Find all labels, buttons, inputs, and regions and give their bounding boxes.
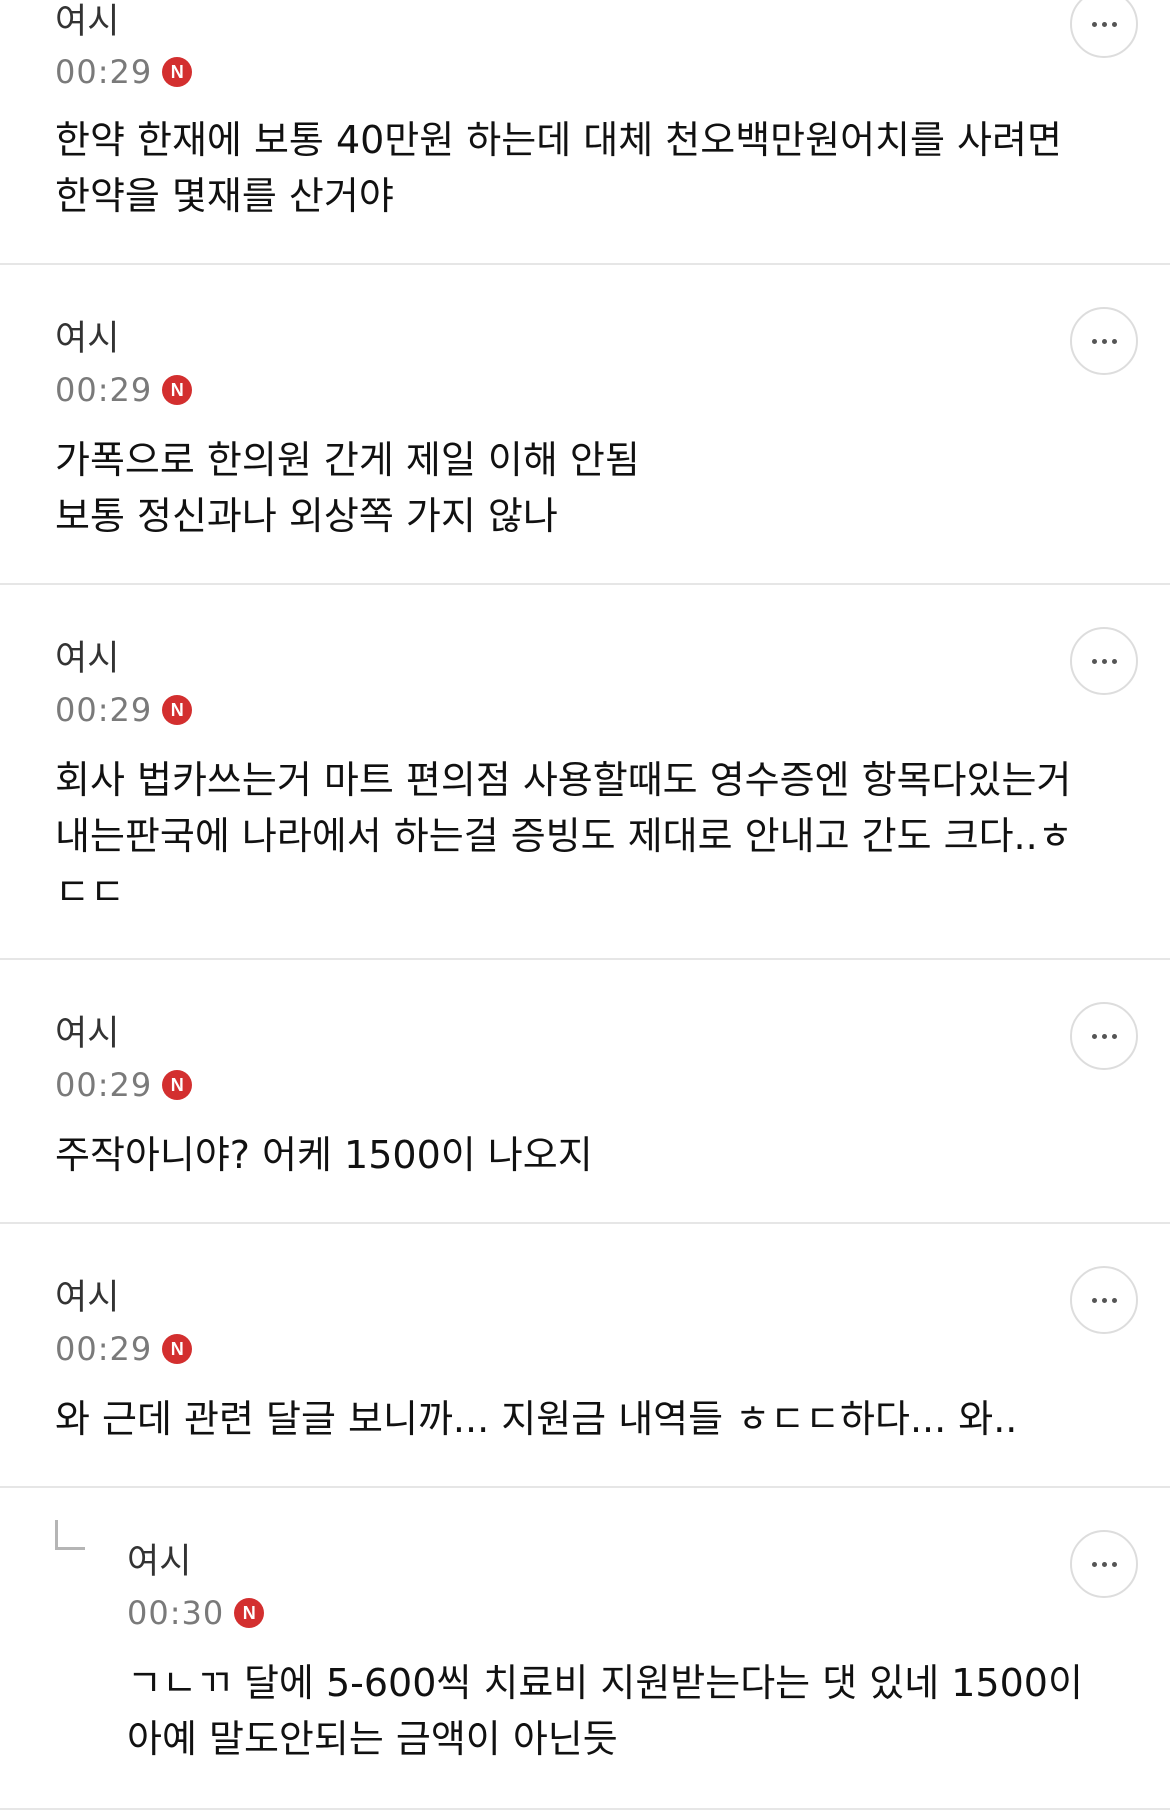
comment-author[interactable]: 여시	[55, 317, 119, 361]
more-options-button[interactable]	[1070, 0, 1138, 58]
new-badge-icon: N	[162, 1070, 193, 1100]
comment-text: 와 근데 관련 달글 보니까... 지원금 내역들 ㅎㄷㄷ하다... 와..	[55, 1397, 1018, 1441]
comment-meta: 00:29 N	[55, 688, 193, 732]
comment-text: 주작아니야? 어케 1500이 나오지	[55, 1133, 593, 1177]
comment-meta: 00:29 N	[55, 1327, 193, 1371]
more-dots-icon	[1091, 658, 1097, 664]
comment-author[interactable]: 여시	[55, 637, 119, 681]
comment-author[interactable]: 여시	[55, 1012, 119, 1056]
new-badge-icon: N	[162, 57, 193, 87]
comment-item: 여시 00:29 N 가폭으로 한의원 간게 제일 이해 안됨 보통 정신과나 …	[0, 265, 1170, 585]
new-badge-icon: N	[162, 375, 193, 405]
more-dots-icon	[1091, 21, 1097, 27]
comment-author[interactable]: 여시	[127, 1540, 191, 1584]
comment-text: ㄱㄴㄲ 달에 5-600씩 치료비 지원받는다는 댓 있네 1500이 아예 말…	[127, 1661, 1083, 1761]
comment-meta: 00:29 N	[55, 50, 193, 94]
new-badge-icon: N	[162, 695, 193, 725]
comment-time: 00:29	[55, 1066, 153, 1104]
comment-text: 회사 법카쓰는거 마트 편의점 사용할때도 영수증엔 항목다있는거 내는판국에 …	[55, 758, 1073, 914]
comment-text: 한약 한재에 보통 40만원 하는데 대체 천오백만원어치를 사려면 한약을 몇…	[55, 118, 1062, 218]
comment-meta: 00:29 N	[55, 368, 193, 412]
more-dots-icon	[1091, 1297, 1097, 1303]
comment-text: 가폭으로 한의원 간게 제일 이해 안됨 보통 정신과나 외상쪽 가지 않나	[55, 438, 640, 538]
more-dots-icon	[1091, 1033, 1097, 1039]
comment-meta: 00:29 N	[55, 1063, 193, 1107]
more-options-button[interactable]	[1070, 627, 1138, 695]
comment-time: 00:29	[55, 53, 153, 91]
more-options-button[interactable]	[1070, 1530, 1138, 1598]
more-options-button[interactable]	[1070, 307, 1138, 375]
reply-arrow-icon	[55, 1520, 85, 1550]
comment-time: 00:29	[55, 691, 153, 729]
new-badge-icon: N	[162, 1334, 193, 1364]
comment-list: 여시 00:29 N 한약 한재에 보통 40만원 하는데 대체 천오백만원어치…	[0, 0, 1170, 1810]
comment-item: 여시 00:29 N 와 근데 관련 달글 보니까... 지원금 내역들 ㅎㄷㄷ…	[0, 1224, 1170, 1488]
comment-item: 여시 00:29 N 회사 법카쓰는거 마트 편의점 사용할때도 영수증엔 항목…	[0, 585, 1170, 960]
comment-meta: 00:30 N	[127, 1591, 265, 1635]
more-options-button[interactable]	[1070, 1266, 1138, 1334]
more-dots-icon	[1091, 1561, 1097, 1567]
more-dots-icon	[1091, 338, 1097, 344]
comment-item: 여시 00:29 N 주작아니야? 어케 1500이 나오지	[0, 960, 1170, 1224]
new-badge-icon: N	[234, 1598, 265, 1628]
reply-item: 여시 00:30 N ㄱㄴㄲ 달에 5-600씩 치료비 지원받는다는 댓 있네…	[0, 1488, 1170, 1810]
more-options-button[interactable]	[1070, 1002, 1138, 1070]
comment-time: 00:30	[127, 1594, 225, 1632]
comment-item: 여시 00:29 N 한약 한재에 보통 40만원 하는데 대체 천오백만원어치…	[0, 0, 1170, 265]
comment-author[interactable]: 여시	[55, 0, 119, 44]
comment-author[interactable]: 여시	[55, 1276, 119, 1320]
comment-time: 00:29	[55, 1330, 153, 1368]
comment-time: 00:29	[55, 371, 153, 409]
